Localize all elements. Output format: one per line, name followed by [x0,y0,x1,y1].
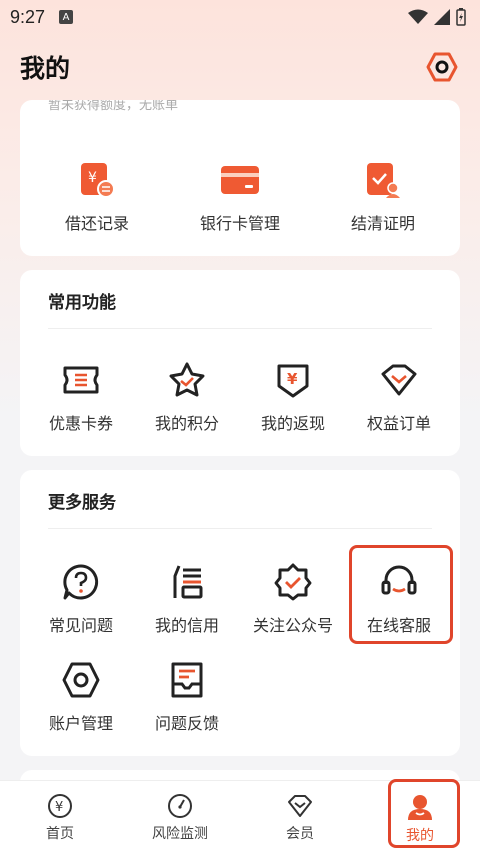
header: 我的 [0,34,480,100]
loan-card: 暂未获得额度，无账单 ¥ 借还记录 银行卡管理 结清证明 [20,100,460,256]
risk-gauge-icon [168,794,192,818]
common-functions-card: 常用功能 优惠卡券 我的积分 ¥ 我的返现 权益订单 [20,270,460,456]
tab-member[interactable]: 会员 [240,781,360,852]
page-title: 我的 [20,54,71,83]
benefit-order-label: 权益订单 [366,414,431,433]
divider [48,328,432,329]
points-label: 我的积分 [154,414,219,433]
member-icon [288,795,312,817]
bank-card-label: 银行卡管理 [199,214,280,233]
credit-status-text: 暂未获得额度，无账单 [48,100,179,113]
battery-icon [456,8,466,26]
loan-record-label: 借还记录 [64,214,129,233]
notification-icon: A [59,10,74,24]
online-service-highlight [349,545,453,644]
divider [48,528,432,529]
cashback-icon: ¥ [277,364,309,398]
loan-record-icon: ¥ [81,163,115,198]
benefit-order-icon [381,364,417,396]
tab-member-label: 会员 [286,826,314,842]
credit-item[interactable]: 我的信用 [132,560,242,636]
settlement-proof-icon [367,163,400,198]
gear-hex-icon [426,52,458,82]
faq-label: 常见问题 [48,616,113,635]
status-time: 9:27 [10,6,46,27]
cashback-item[interactable]: ¥ 我的返现 [238,358,348,434]
status-bar: 9:27 A [0,0,480,34]
svg-text:¥: ¥ [55,800,63,815]
loan-record-item[interactable]: ¥ 借还记录 [42,158,152,234]
cashback-label: 我的返现 [260,414,325,433]
feedback-label: 问题反馈 [154,714,219,733]
coupon-label: 优惠卡券 [48,414,113,433]
credit-icon [173,565,203,599]
account-manage-item[interactable]: 账户管理 [26,658,136,734]
settlement-proof-item[interactable]: 结清证明 [328,158,438,234]
account-manage-icon [62,662,100,698]
more-services-title: 更多服务 [48,493,116,513]
signal-icon [434,9,450,25]
home-yuan-icon: ¥ [48,794,72,818]
follow-account-label: 关注公众号 [252,616,333,635]
svg-text:¥: ¥ [287,370,298,388]
feedback-icon [171,662,203,698]
tab-risk-monitor[interactable]: 风险监测 [120,781,240,852]
credit-label: 我的信用 [154,616,219,635]
faq-icon [63,564,99,600]
points-item[interactable]: 我的积分 [132,358,242,434]
tab-risk-monitor-label: 风险监测 [152,826,208,842]
settlement-proof-label: 结清证明 [350,214,415,233]
bank-card-icon [221,166,259,194]
feedback-item[interactable]: 问题反馈 [132,658,242,734]
tab-home[interactable]: ¥ 首页 [0,781,120,852]
coupon-item[interactable]: 优惠卡券 [26,358,136,434]
svg-text:¥: ¥ [88,170,97,186]
benefit-order-item[interactable]: 权益订单 [344,358,454,434]
wifi-icon [408,9,428,24]
follow-account-item[interactable]: 关注公众号 [238,560,348,636]
points-star-icon [169,362,205,397]
common-functions-title: 常用功能 [48,293,116,313]
settings-button[interactable] [424,49,460,85]
follow-account-icon [274,563,312,601]
bank-card-item[interactable]: 银行卡管理 [185,158,295,234]
mine-tab-highlight [388,779,460,848]
tab-home-label: 首页 [46,826,74,842]
faq-item[interactable]: 常见问题 [26,560,136,636]
account-manage-label: 账户管理 [48,714,113,733]
coupon-icon [63,366,99,394]
